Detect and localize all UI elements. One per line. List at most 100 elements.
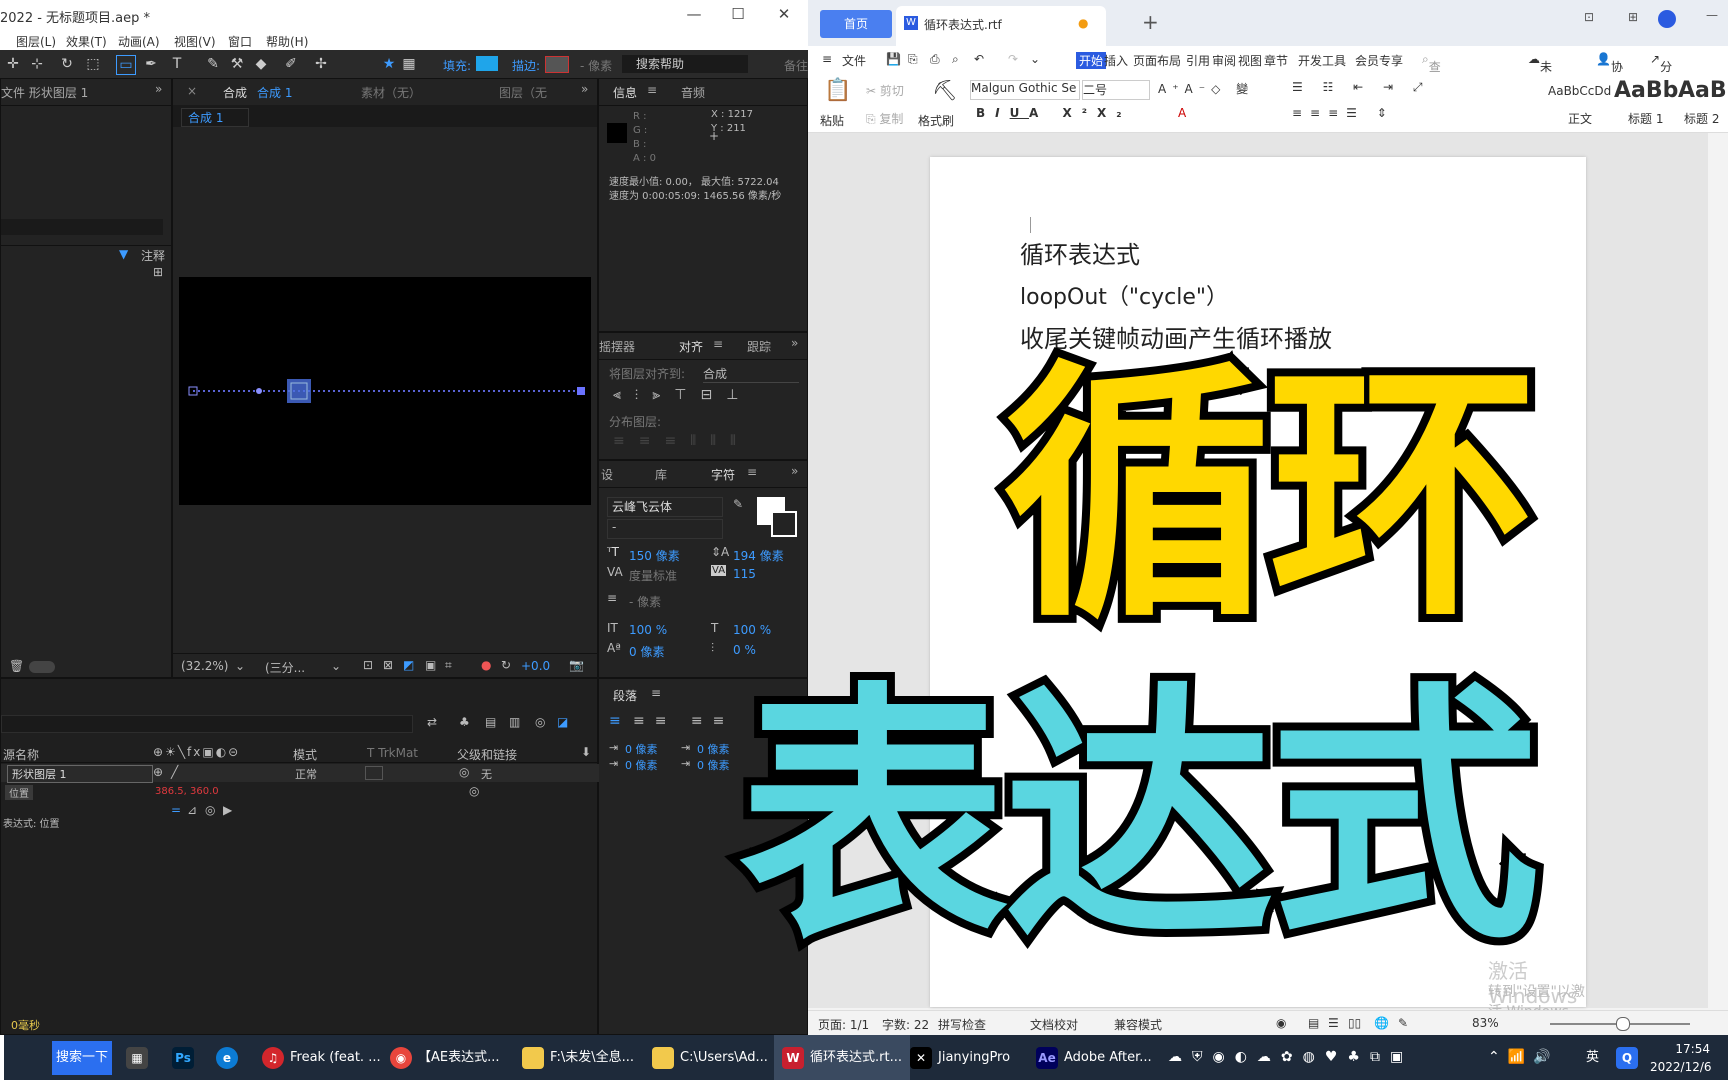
style-h1-label[interactable]: 标题 1 — [1628, 110, 1663, 127]
doc-line-2[interactable]: loopOut（"cycle"） — [1020, 279, 1228, 311]
hide-shy-layers-icon[interactable]: ▤ — [485, 715, 496, 729]
brush-tool-icon[interactable]: ✎ — [204, 55, 222, 73]
read-view-icon[interactable]: ▯▯ — [1348, 1016, 1361, 1030]
zoom-dropdown[interactable]: (32.2%) — [181, 659, 228, 673]
panel-menu-icon[interactable]: ≡ — [747, 465, 757, 479]
quality-switch-icon[interactable]: ╱ — [171, 765, 178, 779]
maximize-icon[interactable]: ☐ — [728, 4, 748, 24]
menu-layout[interactable]: 页面布局 — [1133, 52, 1181, 69]
clock-date[interactable]: 2022/12/6 — [1650, 1059, 1712, 1075]
calculator-icon[interactable]: ▦ — [126, 1035, 154, 1080]
doc-line-1[interactable]: 循环表达式 — [1020, 235, 1140, 270]
indent-left-value[interactable]: 0 像素 — [625, 741, 658, 757]
mask-icon[interactable]: ◩ — [403, 658, 414, 672]
menu-start[interactable]: 开始 — [1076, 52, 1107, 69]
snap-icon[interactable]: ▦ — [400, 55, 418, 73]
menu-references[interactable]: 引用 — [1186, 52, 1210, 69]
bpc-toggle[interactable] — [29, 661, 55, 673]
close-tab-icon[interactable]: × — [187, 84, 197, 98]
space-before-value[interactable]: 0 像素 — [697, 741, 730, 757]
cut-button[interactable]: ✂ 剪切 — [866, 82, 904, 99]
flowchart-icon[interactable]: ⊞ — [153, 265, 163, 279]
edge-icon[interactable]: e — [216, 1035, 244, 1080]
preview-icon[interactable]: ⌕ — [952, 52, 959, 67]
styles-gallery[interactable]: AaBbCcDd 正文 AaBb 标题 1 AaBb 标题 2 — [1544, 76, 1728, 130]
motion-blur-icon[interactable]: ◎ — [535, 715, 545, 729]
space-after-value[interactable]: 0 像素 — [697, 757, 730, 773]
paste-icon[interactable]: 📋 — [824, 78, 851, 103]
text-format-icons[interactable]: BIUA X²X₂ — [976, 106, 1131, 120]
table-row[interactable]: 形状图层 1 ⊕ ╱ 正常 ◎ 无 — [1, 764, 599, 783]
rectangle-tool-icon[interactable]: ▭ — [116, 55, 136, 75]
layer-parent-dropdown[interactable]: 无 — [481, 766, 492, 782]
paragraph-align-icons[interactable]: ≡≡≡☰ ⇕ — [1292, 106, 1395, 120]
table-row[interactable]: 位置 386.5, 360.0 ◎ — [1, 784, 599, 802]
tracking-value[interactable]: 115 — [733, 567, 756, 581]
menu-section[interactable]: 章节 — [1264, 52, 1288, 69]
taskbar-item-ae[interactable]: Ae Adobe After... — [1036, 1035, 1152, 1080]
stroke-color-swatch[interactable] — [771, 511, 797, 537]
save-icon[interactable]: 💾 — [886, 52, 901, 66]
eraser-tool-icon[interactable]: ◆ — [252, 55, 270, 73]
vertical-scrollbar[interactable] — [1708, 133, 1722, 1008]
comp-tab-label[interactable]: 合成 — [223, 84, 247, 101]
menu-layer[interactable]: 图层(L) — [16, 33, 56, 50]
expression-language-icon[interactable]: ▶ — [223, 803, 232, 817]
web-view-icon[interactable]: 🌐 — [1374, 1016, 1389, 1030]
clock-time[interactable]: 17:54 — [1650, 1041, 1710, 1057]
list-icons[interactable]: ☰ ☷ ⇤ ⇥ ⤢ — [1292, 80, 1430, 95]
fill-swatch[interactable] — [476, 56, 498, 71]
page-view-icon[interactable]: ▤ — [1308, 1016, 1319, 1030]
panel-expand-icon[interactable]: » — [155, 82, 162, 96]
region-icon[interactable]: ⊡ — [363, 658, 373, 672]
format-painter-icon[interactable]: ⛏ — [932, 78, 957, 102]
expression-enable-icon[interactable]: = — [171, 803, 181, 817]
layer-tab[interactable]: 图层（无 — [499, 84, 547, 101]
align-tab[interactable]: 对齐 — [679, 338, 703, 355]
library-tab[interactable]: 库 — [655, 466, 667, 483]
eyedropper-icon[interactable]: ✎ — [733, 497, 743, 511]
home-tab[interactable]: 首页 — [820, 10, 892, 38]
ime-indicator[interactable]: 英 — [1586, 1035, 1599, 1080]
pen-icon[interactable]: ✎ — [1398, 1016, 1408, 1030]
audio-tab[interactable]: 音频 — [681, 84, 705, 101]
outline-view-icon[interactable]: ☰ — [1328, 1016, 1339, 1030]
export-icon[interactable]: ⎘ — [908, 52, 918, 67]
system-tray-icons[interactable]: ☁⛨◉◐☁✿◍♥♣⧉▣ — [1168, 1035, 1413, 1080]
format-painter-label[interactable]: 格式刷 — [918, 112, 954, 129]
reset-exposure-icon[interactable]: ↻ — [501, 658, 511, 672]
menu-animation[interactable]: 动画(A) — [118, 33, 160, 50]
menu-developer[interactable]: 开发工具 — [1298, 52, 1346, 69]
taskbar-item-folder-1[interactable]: F:\未发\全息... — [522, 1035, 634, 1080]
copy-button[interactable]: ⎘ 复制 — [866, 110, 903, 127]
new-tab-icon[interactable]: + — [1142, 10, 1159, 34]
chevron-down-icon[interactable]: ⌄ — [1030, 52, 1040, 66]
font-tools-icons[interactable]: A⁺A⁻◇ 變 — [1158, 80, 1254, 97]
layer-mode-dropdown[interactable]: 正常 — [295, 766, 317, 782]
font-family-dropdown[interactable]: 云峰飞云体 — [607, 497, 723, 517]
panel-menu-icon[interactable]: ≡ — [651, 686, 661, 700]
network-volume-icons[interactable]: ⌃📶🔊 — [1488, 1035, 1559, 1080]
rotate-tool-icon[interactable]: ↻ — [58, 55, 76, 73]
paste-label[interactable]: 粘贴 — [820, 112, 844, 129]
text-tool-icon[interactable]: T — [168, 55, 186, 73]
menu-view[interactable]: 视图(V) — [174, 33, 216, 50]
leading-value[interactable]: 194 像素 — [733, 547, 784, 564]
chevron-down-icon[interactable]: ⌄ — [235, 659, 245, 673]
star-icon[interactable]: ★ — [380, 55, 398, 73]
panel-menu-icon[interactable]: ≡ — [647, 83, 657, 97]
font-size-value[interactable]: 150 像素 — [629, 547, 680, 564]
distribute-buttons-icon[interactable]: ≡≡≡⫴⫴⫴ — [613, 433, 750, 449]
avatar[interactable] — [1658, 10, 1676, 28]
footage-tab[interactable]: 素材（无） — [361, 84, 421, 101]
word-count[interactable]: 字数: 22 — [882, 1016, 929, 1033]
character-tab[interactable]: 字符 — [711, 466, 735, 483]
menu-help[interactable]: 帮助(H) — [266, 33, 308, 50]
stroke-width-value[interactable]: - 像素 — [629, 593, 661, 610]
composition-mini-flowchart-icon[interactable]: ⇄ — [427, 715, 437, 729]
project-search-field[interactable] — [1, 219, 163, 235]
marker-icon[interactable]: ⬇ — [581, 745, 591, 759]
panel-expand-icon[interactable]: » — [581, 82, 588, 96]
zoom-slider-handle[interactable] — [1616, 1017, 1630, 1031]
hamburger-icon[interactable]: ≡ — [822, 52, 832, 66]
